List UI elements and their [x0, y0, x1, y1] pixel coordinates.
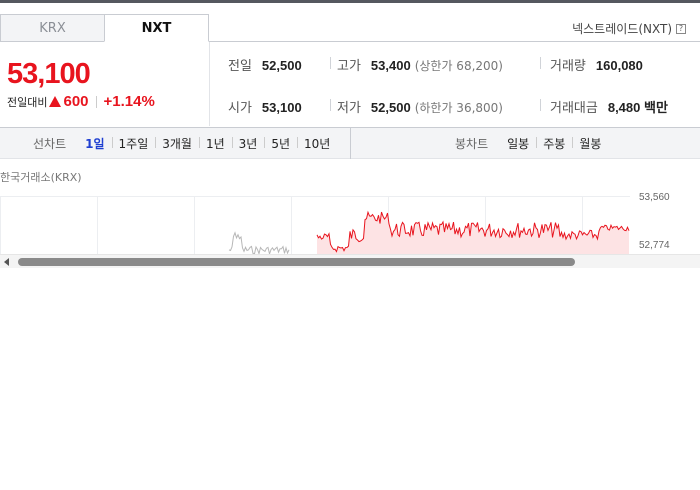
tab-nxt[interactable]: NXT: [104, 14, 209, 42]
upper-limit: (상한가 68,200): [414, 59, 503, 73]
stat-prev-close: 전일 52,500: [228, 55, 302, 74]
tab-divider: [209, 41, 700, 42]
price-chart[interactable]: 53,560 52,774: [0, 188, 700, 254]
period-1year[interactable]: 1년: [198, 135, 232, 152]
period-1week[interactable]: 1주일: [111, 135, 156, 152]
y-tick-high: 53,560: [639, 192, 670, 203]
period-1day[interactable]: 1일: [78, 135, 111, 152]
price-divider: [209, 42, 210, 126]
change-value: 600: [63, 93, 89, 110]
period-10year[interactable]: 10년: [297, 135, 337, 152]
up-arrow-icon: [49, 96, 62, 107]
help-icon[interactable]: ?: [676, 23, 686, 34]
stat-label: 시가: [228, 101, 252, 116]
lower-limit: (하한가 36,800): [414, 101, 503, 115]
stat-trade-value: 거래대금 8,480 백만: [550, 97, 668, 116]
period-3year[interactable]: 3년: [231, 135, 265, 152]
price-change: 전일대비 600 +1.14%: [7, 93, 155, 110]
nxt-link-label: 넥스트레이드(NXT): [572, 22, 672, 36]
stat-label: 거래량: [550, 59, 586, 74]
stat-label: 저가: [337, 101, 361, 116]
premarket-line: [228, 231, 290, 254]
candle-daily[interactable]: 일봉: [500, 135, 536, 152]
stat-value: 52,500: [261, 58, 302, 73]
stat-value: 8,480 백만: [607, 100, 668, 115]
chart-controls: 선차트 1일 1주일 3개월 1년 3년 5년 10년 봉차트 일봉 주봉 월봉: [0, 127, 700, 159]
chart-scrollbar[interactable]: [0, 254, 700, 268]
stat-value: 53,400: [370, 58, 411, 73]
tab-krx[interactable]: KRX: [0, 14, 104, 42]
change-percent: +1.14%: [103, 93, 155, 110]
y-tick-low: 52,774: [639, 240, 670, 251]
scroll-thumb[interactable]: [18, 258, 575, 266]
tab-divider-left: [0, 41, 104, 42]
line-chart-title: 선차트: [33, 137, 67, 151]
column-separator: [540, 57, 541, 69]
market-tabs: KRX NXT: [0, 14, 209, 42]
stat-open: 시가 53,100: [228, 97, 302, 116]
price-chart-svg: 53,560 52,774: [0, 192, 670, 254]
candle-monthly[interactable]: 월봉: [572, 135, 608, 152]
current-price: 53,100: [7, 58, 91, 90]
nxt-info-link[interactable]: 넥스트레이드(NXT) ?: [572, 20, 686, 37]
candle-chart-controls: 봉차트 일봉 주봉 월봉: [455, 128, 608, 159]
market-label: 한국거래소(KRX): [0, 171, 82, 184]
column-separator: [330, 57, 331, 69]
period-5year[interactable]: 5년: [264, 135, 297, 152]
stat-label: 전일: [228, 59, 252, 74]
column-separator: [540, 99, 541, 111]
period-3month[interactable]: 3개월: [155, 135, 199, 152]
candle-weekly[interactable]: 주봉: [536, 135, 572, 152]
change-separator: [95, 95, 97, 108]
stat-high: 고가 53,400 (상한가 68,200): [337, 55, 503, 74]
stat-value: 160,080: [595, 58, 643, 73]
candle-chart-title: 봉차트: [455, 137, 489, 151]
stat-low: 저가 52,500 (하한가 36,800): [337, 97, 503, 116]
stat-label: 거래대금: [550, 101, 598, 116]
stat-value: 52,500: [370, 100, 411, 115]
stat-volume: 거래량 160,080: [550, 55, 643, 74]
stat-label: 고가: [337, 59, 361, 74]
top-border: [0, 0, 700, 3]
column-separator: [330, 99, 331, 111]
scroll-left-arrow-icon[interactable]: [4, 258, 9, 266]
stat-value: 53,100: [261, 100, 302, 115]
change-label: 전일대비: [7, 96, 48, 109]
line-chart-controls: 선차트 1일 1주일 3개월 1년 3년 5년 10년: [0, 128, 351, 159]
